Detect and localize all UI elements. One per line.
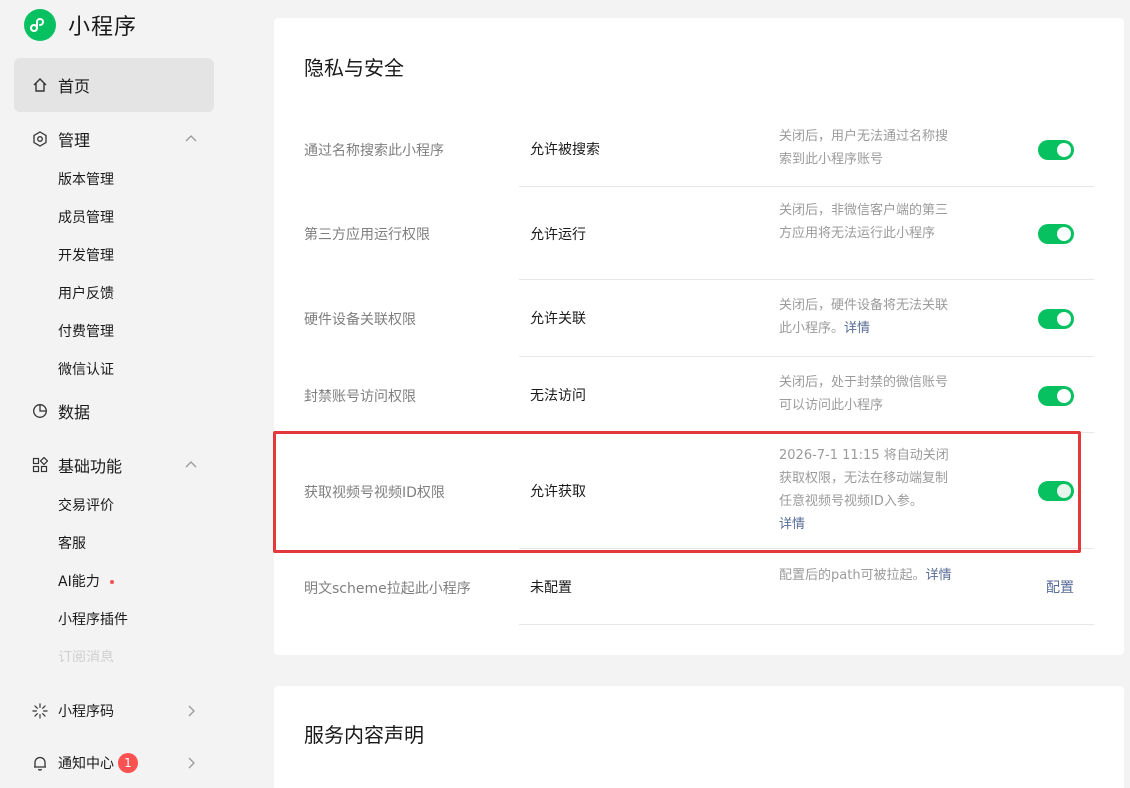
service-statement-card: 服务内容声明 [274,686,1124,788]
privacy-security-card: 隐私与安全 通过名称搜索此小程序 允许被搜索 关闭后，用户无法通过名称搜索到此小… [274,18,1124,655]
home-icon [32,77,48,93]
sidebar-item-payment[interactable]: 付费管理 [58,322,114,342]
sidebar-group-basic[interactable]: 基础功能 [14,445,214,485]
third-party-run-toggle[interactable] [1038,224,1074,244]
brand[interactable]: 小程序 [24,8,137,42]
chevron-right-icon [188,705,195,717]
chevron-up-icon [185,461,197,468]
notification-badge: 1 [118,753,138,773]
chevron-up-icon [185,135,197,142]
grid-icon [32,457,48,473]
sidebar-item-members[interactable]: 成员管理 [58,208,114,228]
sidebar-item-notifications[interactable]: 通知中心 1 [14,743,214,783]
setting-value: 无法访问 [530,388,586,404]
row-divider [519,624,1094,625]
sidebar-item-label: 首页 [58,77,91,96]
sidebar-item-label: 小程序码 [58,704,114,720]
row-divider [519,279,1094,280]
sidebar-item-label: 通知中心 [58,756,114,772]
setting-name: 第三方应用运行权限 [304,227,430,243]
section-title: 服务内容声明 [304,723,424,747]
setting-name: 封禁账号访问权限 [304,389,416,405]
setting-value: 允许关联 [530,311,586,327]
setting-desc: 配置后的path可被拉起。详情 [779,564,954,587]
sidebar-item-subscribe[interactable]: 订阅消息 [58,648,114,662]
sidebar-item-feedback[interactable]: 用户反馈 [58,284,114,304]
setting-value: 允许被搜索 [530,142,600,158]
sidebar-item-home[interactable]: 首页 [14,58,214,112]
sunburst-code-icon [32,703,48,719]
row-divider [519,432,1094,433]
section-title: 隐私与安全 [304,56,404,80]
setting-desc-text: 配置后的path可被拉起。 [779,568,926,583]
sidebar-group-label: 基础功能 [58,457,123,476]
row-divider [519,186,1094,187]
setting-value: 允许获取 [530,484,586,500]
sidebar-item-dev[interactable]: 开发管理 [58,246,114,266]
chevron-right-icon [188,757,195,769]
pie-chart-icon [32,403,48,419]
row-divider [519,548,1094,549]
setting-name: 获取视频号视频ID权限 [304,485,445,501]
setting-value: 未配置 [530,580,572,596]
sidebar-item-customer-service[interactable]: 客服 [58,534,86,554]
setting-name: 明文scheme拉起此小程序 [304,581,471,597]
sidebar-group-data[interactable]: 数据 [14,391,214,431]
sidebar-group-label: 数据 [58,403,91,422]
setting-desc: 2026-7-1 11:15 将自动关闭获取权限，无法在移动端复制任意视频号视频… [779,444,959,536]
brand-title: 小程序 [68,15,138,40]
sidebar: 小程序 首页 管理 版本管理 成员管理 开发管理 用户反馈 付费管理 微信认证 … [0,0,228,788]
setting-desc-text: 2026-7-1 11:15 将自动关闭获取权限，无法在移动端复制任意视频号视频… [779,448,949,509]
video-id-toggle[interactable] [1038,481,1074,501]
banned-access-toggle[interactable] [1038,386,1074,406]
setting-name: 硬件设备关联权限 [304,312,416,328]
sidebar-item-plugins[interactable]: 小程序插件 [58,610,128,630]
setting-value: 允许运行 [530,227,586,243]
details-link[interactable]: 详情 [926,568,952,583]
search-permission-toggle[interactable] [1038,140,1074,160]
details-link[interactable]: 详情 [779,517,805,532]
sidebar-item-certification[interactable]: 微信认证 [58,360,114,380]
mini-program-logo-icon [24,9,56,41]
configure-link[interactable]: 配置 [1046,577,1074,597]
new-dot-icon [109,580,114,584]
details-link[interactable]: 详情 [844,321,870,336]
row-divider [519,356,1094,357]
sidebar-item-version[interactable]: 版本管理 [58,170,114,190]
sidebar-group-label: 管理 [58,131,91,150]
sidebar-item-label: AI能力 [58,574,100,590]
bell-icon [32,755,48,771]
setting-desc: 关闭后，用户无法通过名称搜索到此小程序账号 [779,129,949,167]
setting-name: 通过名称搜索此小程序 [304,143,444,159]
sidebar-item-reviews[interactable]: 交易评价 [58,496,114,516]
sidebar-group-manage[interactable]: 管理 [14,119,214,159]
settings-hex-icon [32,131,48,147]
sidebar-item-ai[interactable]: AI能力 [58,572,114,592]
hardware-link-toggle[interactable] [1038,309,1074,329]
setting-desc: 关闭后，处于封禁的微信账号可以访问此小程序 [779,375,949,413]
sidebar-item-qrcode[interactable]: 小程序码 [14,691,214,731]
setting-desc: 关闭后，非微信客户端的第三方应用将无法运行此小程序 [779,203,949,241]
setting-desc: 关闭后，硬件设备将无法关联此小程序。详情 [779,294,959,340]
